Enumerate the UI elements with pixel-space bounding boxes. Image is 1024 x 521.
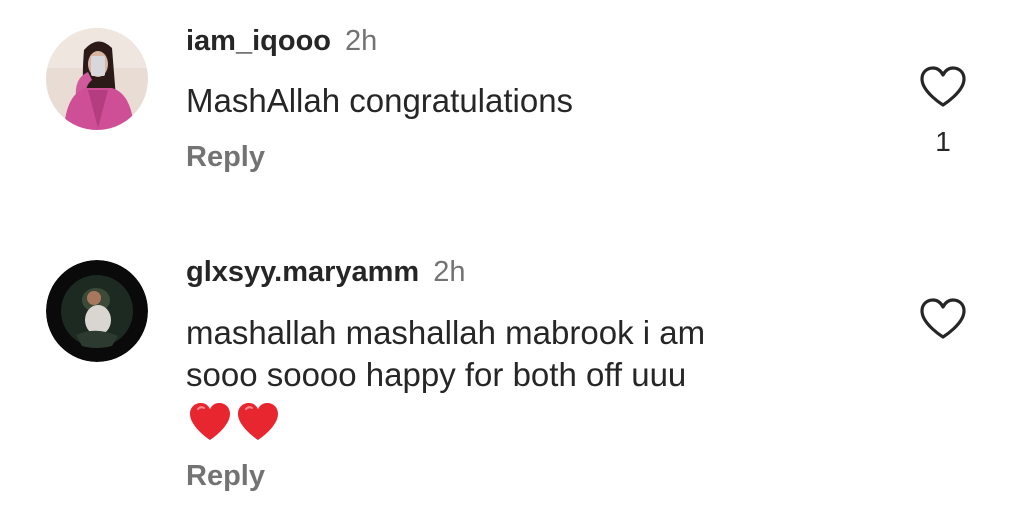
comment-text-line: mashallah mashallah mabrook i am [186,314,706,351]
comment-item: glxsyy.maryamm 2h mashallah mashallah mab… [0,230,1024,521]
reply-button[interactable]: Reply [186,460,265,493]
reply-button[interactable]: Reply [186,141,265,174]
comment-item: iam_iqooo 2h MashAllah congratulations Re… [0,0,1024,200]
timestamp: 2h [433,256,466,288]
comment-text: MashAllah congratulations [186,80,886,122]
heart-emoji-row: ❤️❤️ [188,400,280,444]
avatar[interactable] [46,28,148,130]
like-heart-icon[interactable] [918,297,968,341]
comment-text: mashallah mashallah mabrook i am sooo so… [186,312,886,396]
comment-text-line: sooo soooo happy for both off uuu [186,356,687,393]
like-count: 1 [935,126,951,157]
username[interactable]: glxsyy.maryamm 2h [186,256,465,289]
username-text[interactable]: iam_iqooo [186,25,331,57]
like-heart-icon[interactable] [918,65,968,109]
timestamp: 2h [345,25,378,57]
username-text[interactable]: glxsyy.maryamm [186,256,419,288]
comment-text-line: MashAllah congratulations [186,82,574,119]
avatar[interactable] [46,260,148,362]
avatar-image [46,260,148,362]
red-heart-emoji-icon [190,403,278,440]
username[interactable]: iam_iqooo 2h [186,25,377,58]
avatar-image [46,28,148,130]
